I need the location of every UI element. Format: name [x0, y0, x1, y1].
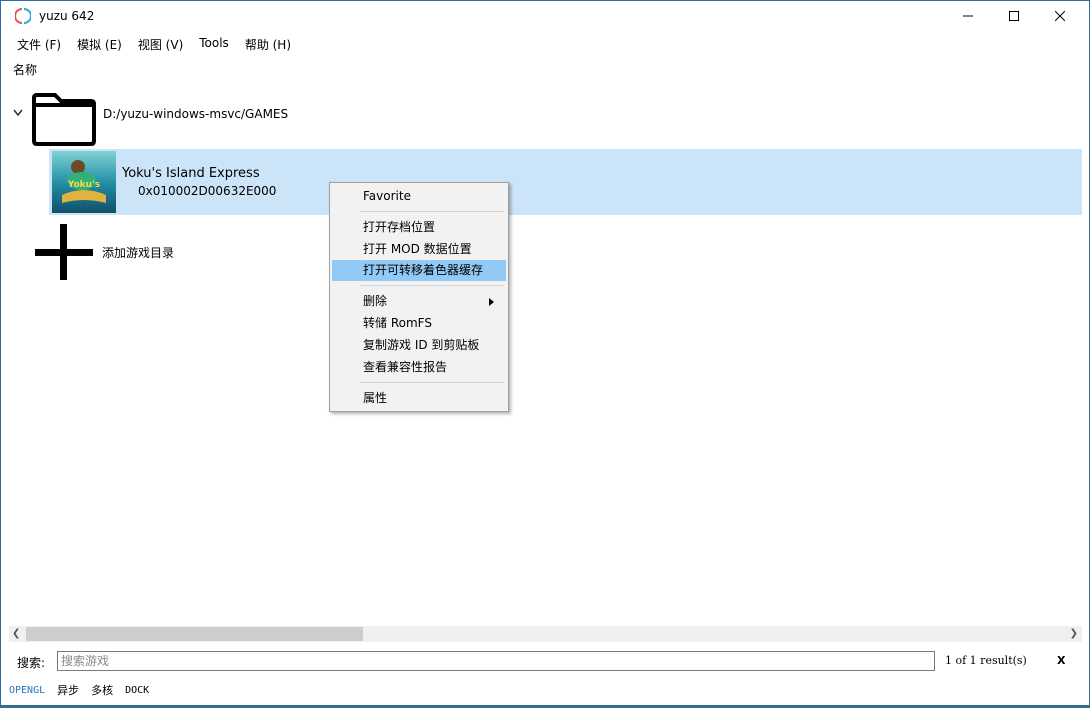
- menu-help[interactable]: 帮助 (H): [237, 34, 299, 54]
- search-label: 搜索:: [17, 656, 46, 670]
- game-title-id: 0x010002D00632E000: [138, 184, 277, 198]
- dock-toggle[interactable]: DOCK: [125, 685, 149, 696]
- maximize-icon: [1009, 11, 1019, 21]
- menu-emulation[interactable]: 模拟 (E): [69, 34, 130, 54]
- multicore-toggle[interactable]: 多核: [91, 682, 113, 698]
- menu-item-remove-label: 删除: [363, 294, 388, 308]
- context-menu: Favorite 打开存档位置 打开 MOD 数据位置 打开可转移着色器缓存 删…: [329, 182, 509, 412]
- scroll-left-icon[interactable]: ❮: [12, 628, 20, 639]
- menu-item-dump-romfs[interactable]: 转储 RomFS: [332, 313, 506, 334]
- scroll-right-icon[interactable]: ❯: [1070, 628, 1078, 639]
- status-bar: OPENGL 异步 多核 DOCK: [9, 679, 161, 701]
- plus-icon: [35, 224, 93, 280]
- menu-view[interactable]: 视图 (V): [130, 34, 191, 54]
- search-input[interactable]: [57, 651, 935, 671]
- menu-item-remove[interactable]: 删除: [332, 291, 506, 312]
- main-window: yuzu 642 文件 (F) 模拟 (E) 视图 (V) Tools 帮助 (…: [0, 0, 1090, 706]
- game-entry-row[interactable]: Yoku's Yoku's Island Express 0x010002D00…: [49, 149, 1082, 215]
- menu-separator: [360, 211, 504, 212]
- title-bar: yuzu 642: [1, 1, 1089, 31]
- game-directory-row[interactable]: D:/yuzu-windows-msvc/GAMES: [9, 87, 1082, 147]
- renderer-toggle[interactable]: OPENGL: [9, 685, 45, 696]
- column-header-name[interactable]: 名称: [13, 61, 37, 78]
- minimize-icon: [963, 15, 973, 17]
- menu-item-open-mod-location[interactable]: 打开 MOD 数据位置: [332, 239, 506, 260]
- add-game-directory-label: 添加游戏目录: [102, 246, 175, 260]
- horizontal-scrollbar[interactable]: ❮ ❯: [9, 626, 1082, 642]
- menu-item-compatibility-report[interactable]: 查看兼容性报告: [332, 357, 506, 378]
- search-clear-button[interactable]: X: [1057, 654, 1065, 667]
- search-bar: 搜索: 1 of 1 result(s) X: [9, 646, 1082, 674]
- minimize-button[interactable]: [945, 1, 991, 31]
- close-icon: [1055, 11, 1065, 21]
- game-title: Yoku's Island Express: [122, 166, 260, 181]
- yuzu-logo-icon: [15, 8, 31, 24]
- submenu-arrow-icon: [489, 298, 494, 306]
- menu-item-open-save-location[interactable]: 打开存档位置: [332, 217, 506, 238]
- close-button[interactable]: [1037, 1, 1083, 31]
- directory-path: D:/yuzu-windows-msvc/GAMES: [103, 107, 289, 121]
- menu-bar: 文件 (F) 模拟 (E) 视图 (V) Tools 帮助 (H): [9, 34, 299, 54]
- folder-icon: [32, 93, 96, 146]
- menu-item-copy-title-id[interactable]: 复制游戏 ID 到剪贴板: [332, 335, 506, 356]
- window-title: yuzu 642: [39, 9, 95, 23]
- cover-logo-text: Yoku's: [67, 180, 100, 190]
- menu-item-properties[interactable]: 属性: [332, 388, 506, 409]
- menu-tools[interactable]: Tools: [191, 34, 237, 54]
- maximize-button[interactable]: [991, 1, 1037, 31]
- chevron-down-icon[interactable]: [13, 109, 23, 117]
- game-cover-art: Yoku's: [52, 151, 116, 213]
- menu-item-favorite[interactable]: Favorite: [332, 186, 506, 207]
- async-toggle[interactable]: 异步: [57, 682, 79, 698]
- game-list: 名称 D:/yuzu-windows-msvc/GAMES Yoku's Yok…: [9, 55, 1082, 626]
- menu-separator: [360, 382, 504, 383]
- menu-item-open-shader-cache[interactable]: 打开可转移着色器缓存: [332, 260, 506, 281]
- menu-file[interactable]: 文件 (F): [9, 34, 69, 54]
- menu-separator: [360, 285, 504, 286]
- scrollbar-thumb[interactable]: [26, 627, 363, 641]
- search-result-count: 1 of 1 result(s): [945, 654, 1027, 667]
